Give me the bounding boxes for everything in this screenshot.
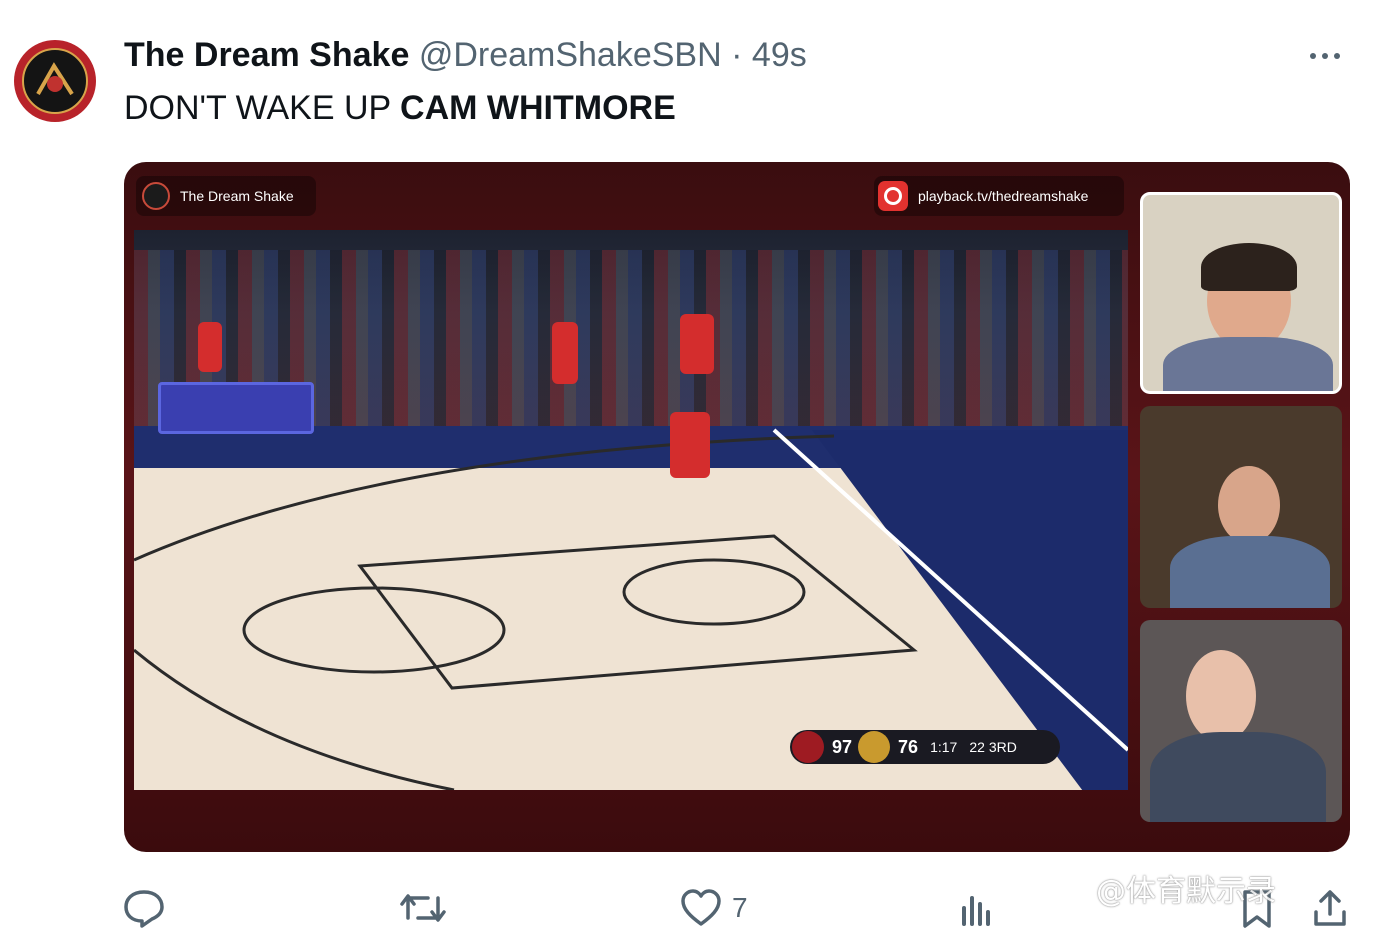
webcam-feed-2 — [1140, 406, 1342, 608]
webcam-feed-3 — [1140, 620, 1342, 822]
timestamp[interactable]: 49s — [752, 36, 807, 74]
playback-url: playback.tv/thedreamshake — [918, 188, 1089, 204]
scoreboard: 97 76 1:17 22 3RD — [790, 730, 1060, 764]
user-handle[interactable]: @DreamShakeSBN — [419, 36, 722, 74]
shot-clock: 22 — [969, 739, 985, 755]
player-under-basket — [680, 314, 714, 374]
webcam-feed-1 — [1140, 192, 1342, 394]
watermark: @体育默示录 — [1096, 874, 1276, 909]
rockets-logo-icon — [792, 731, 824, 763]
like-icon — [681, 889, 721, 926]
share-icon — [1314, 890, 1346, 926]
playback-icon — [878, 181, 908, 211]
video-media[interactable]: The Dream Shake playback.tv/thedreamshak… — [124, 162, 1350, 852]
player-bench — [552, 322, 578, 384]
retweet-button[interactable] — [398, 888, 448, 928]
nuggets-logo-icon — [858, 731, 891, 763]
like-count: 7 — [732, 892, 748, 923]
home-score: 97 — [832, 736, 853, 757]
brand-logo-icon — [142, 182, 170, 210]
away-score: 76 — [898, 736, 919, 757]
player-jumping — [670, 412, 710, 478]
retweet-icon — [400, 894, 446, 922]
brand-label: The Dream Shake — [180, 188, 294, 204]
tweet-text: DON'T WAKE UP CAM WHITMORE — [124, 88, 676, 128]
stream-brand-badge: The Dream Shake — [136, 176, 316, 216]
account-avatar[interactable] — [14, 40, 96, 122]
tweet-text-bold: CAM WHITMORE — [400, 89, 676, 127]
tweet-text-plain: DON'T WAKE UP — [124, 89, 401, 127]
tweet-header: The Dream Shake @DreamShakeSBN · 49s — [124, 34, 807, 76]
views-icon — [962, 896, 990, 926]
share-button[interactable] — [1310, 888, 1350, 928]
views-button[interactable] — [958, 888, 998, 928]
separator: · — [731, 36, 743, 74]
like-button[interactable]: 7 — [680, 888, 748, 928]
reply-icon — [124, 890, 164, 928]
display-name[interactable]: The Dream Shake — [124, 36, 409, 74]
player-left — [198, 322, 222, 372]
more-icon[interactable] — [1310, 46, 1350, 66]
logo-icon — [22, 48, 88, 114]
court-lines — [134, 428, 1128, 790]
game-clock: 1:17 — [930, 739, 958, 755]
playback-badge: playback.tv/thedreamshake — [874, 176, 1124, 216]
reply-button[interactable] — [122, 888, 166, 928]
game-footage: 97 76 1:17 22 3RD — [134, 230, 1128, 790]
period: 3RD — [988, 739, 1017, 755]
